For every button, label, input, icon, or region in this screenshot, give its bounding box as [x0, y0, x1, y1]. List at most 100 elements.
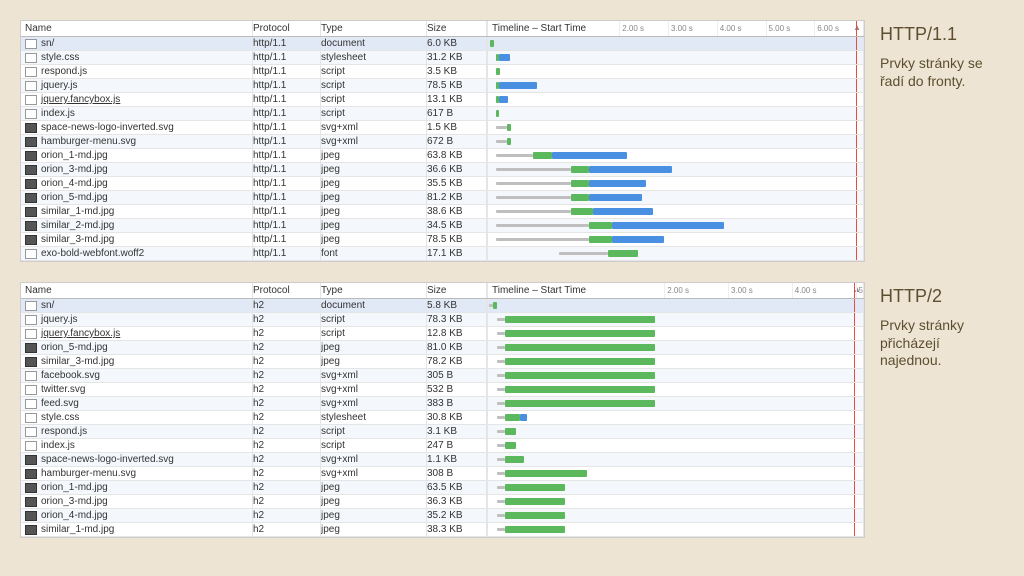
cell-name[interactable]: orion_1-md.jpg: [21, 481, 253, 494]
cell-name[interactable]: orion_4-md.jpg: [21, 177, 253, 190]
col-protocol[interactable]: Protocol: [253, 283, 321, 298]
table-row[interactable]: similar_2-md.jpghttp/1.1jpeg34.5 KB: [21, 219, 864, 233]
timing-bar: [496, 154, 534, 157]
cell-name[interactable]: sn/: [21, 37, 253, 50]
table-row[interactable]: facebook.svgh2svg+xml305 B: [21, 369, 864, 383]
table-row[interactable]: jquery.fancybox.jsh2script12.8 KB: [21, 327, 864, 341]
cell-name[interactable]: similar_3-md.jpg: [21, 233, 253, 246]
cell-protocol: h2: [253, 411, 321, 424]
cell-name[interactable]: orion_5-md.jpg: [21, 341, 253, 354]
cell-size: 1.5 KB: [427, 121, 487, 134]
table-row[interactable]: orion_1-md.jpgh2jpeg63.5 KB: [21, 481, 864, 495]
timing-bar: [507, 124, 512, 131]
col-protocol[interactable]: Protocol: [253, 21, 321, 36]
table-row[interactable]: orion_5-md.jpghttp/1.1jpeg81.2 KB: [21, 191, 864, 205]
cell-name[interactable]: orion_5-md.jpg: [21, 191, 253, 204]
table-row[interactable]: orion_4-md.jpghttp/1.1jpeg35.5 KB: [21, 177, 864, 191]
col-type[interactable]: Type: [321, 21, 427, 36]
file-icon: [25, 413, 37, 423]
cell-type: jpeg: [321, 341, 427, 354]
table-row[interactable]: orion_4-md.jpgh2jpeg35.2 KB: [21, 509, 864, 523]
table-row[interactable]: index.jshttp/1.1script617 B: [21, 107, 864, 121]
cell-name[interactable]: orion_3-md.jpg: [21, 163, 253, 176]
table-row[interactable]: orion_1-md.jpghttp/1.1jpeg63.8 KB: [21, 149, 864, 163]
table-row[interactable]: feed.svgh2svg+xml383 B: [21, 397, 864, 411]
cell-name[interactable]: sn/: [21, 299, 253, 312]
cell-protocol: h2: [253, 453, 321, 466]
cell-size: 617 B: [427, 107, 487, 120]
cell-name[interactable]: index.js: [21, 107, 253, 120]
table-row[interactable]: similar_3-md.jpghttp/1.1jpeg78.5 KB: [21, 233, 864, 247]
cell-name[interactable]: space-news-logo-inverted.svg: [21, 453, 253, 466]
cell-size: 78.3 KB: [427, 313, 487, 326]
cell-name[interactable]: feed.svg: [21, 397, 253, 410]
cell-name[interactable]: respond.js: [21, 65, 253, 78]
table-row[interactable]: space-news-logo-inverted.svghttp/1.1svg+…: [21, 121, 864, 135]
timing-bar: [571, 180, 590, 187]
table-row[interactable]: orion_3-md.jpgh2jpeg36.3 KB: [21, 495, 864, 509]
timeline-end-marker: [856, 93, 857, 106]
image-icon: [25, 497, 37, 507]
table-row[interactable]: jquery.fancybox.jshttp/1.1script13.1 KB: [21, 93, 864, 107]
table-row[interactable]: style.cssh2stylesheet30.8 KB: [21, 411, 864, 425]
timeline-end-marker: [854, 481, 855, 494]
cell-name[interactable]: similar_1-md.jpg: [21, 205, 253, 218]
cell-name[interactable]: jquery.fancybox.js: [21, 327, 253, 340]
table-row[interactable]: hamburger-menu.svgh2svg+xml308 B: [21, 467, 864, 481]
table-row[interactable]: space-news-logo-inverted.svgh2svg+xml1.1…: [21, 453, 864, 467]
cell-name[interactable]: index.js: [21, 439, 253, 452]
cell-name[interactable]: jquery.js: [21, 313, 253, 326]
cell-type: jpeg: [321, 523, 427, 536]
col-size[interactable]: Size: [427, 21, 487, 36]
cell-name[interactable]: similar_2-md.jpg: [21, 219, 253, 232]
table-row[interactable]: jquery.jsh2script78.3 KB: [21, 313, 864, 327]
cell-protocol: h2: [253, 369, 321, 382]
cell-name[interactable]: orion_3-md.jpg: [21, 495, 253, 508]
cell-name[interactable]: similar_1-md.jpg: [21, 523, 253, 536]
cell-name[interactable]: similar_3-md.jpg: [21, 355, 253, 368]
table-row[interactable]: similar_1-md.jpgh2jpeg38.3 KB: [21, 523, 864, 537]
table-row[interactable]: similar_3-md.jpgh2jpeg78.2 KB: [21, 355, 864, 369]
cell-name[interactable]: facebook.svg: [21, 369, 253, 382]
table-row[interactable]: twitter.svgh2svg+xml532 B: [21, 383, 864, 397]
col-timeline[interactable]: Timeline – Start Time ▲ 2.00 s3.00 s4.00…: [487, 283, 864, 298]
col-timeline[interactable]: Timeline – Start Time ▲ 2.00 s3.00 s4.00…: [487, 21, 864, 36]
table-row[interactable]: hamburger-menu.svghttp/1.1svg+xml672 B: [21, 135, 864, 149]
cell-type: svg+xml: [321, 369, 427, 382]
cell-name[interactable]: respond.js: [21, 425, 253, 438]
cell-name[interactable]: twitter.svg: [21, 383, 253, 396]
col-size[interactable]: Size: [427, 283, 487, 298]
table-row[interactable]: sn/h2document5.8 KB: [21, 299, 864, 313]
col-name[interactable]: Name: [21, 21, 253, 36]
col-name[interactable]: Name: [21, 283, 253, 298]
timing-bar: [593, 208, 653, 215]
table-row[interactable]: orion_5-md.jpgh2jpeg81.0 KB: [21, 341, 864, 355]
table-row[interactable]: similar_1-md.jpghttp/1.1jpeg38.6 KB: [21, 205, 864, 219]
cell-size: 36.6 KB: [427, 163, 487, 176]
resource-name: style.css: [41, 52, 79, 63]
cell-name[interactable]: hamburger-menu.svg: [21, 467, 253, 480]
cell-name[interactable]: hamburger-menu.svg: [21, 135, 253, 148]
table-row[interactable]: style.csshttp/1.1stylesheet31.2 KB: [21, 51, 864, 65]
table-row[interactable]: exo-bold-webfont.woff2http/1.1font17.1 K…: [21, 247, 864, 261]
timing-bar: [505, 470, 588, 477]
table-row[interactable]: orion_3-md.jpghttp/1.1jpeg36.6 KB: [21, 163, 864, 177]
table-row[interactable]: index.jsh2script247 B: [21, 439, 864, 453]
table-row[interactable]: sn/http/1.1document6.0 KB: [21, 37, 864, 51]
cell-name[interactable]: orion_4-md.jpg: [21, 509, 253, 522]
cell-name[interactable]: jquery.fancybox.js: [21, 93, 253, 106]
cell-name[interactable]: jquery.js: [21, 79, 253, 92]
timeline-end-marker: [854, 383, 855, 396]
network-panel-http1: Name Protocol Type Size Timeline – Start…: [20, 20, 865, 262]
table-row[interactable]: respond.jshttp/1.1script3.5 KB: [21, 65, 864, 79]
cell-name[interactable]: space-news-logo-inverted.svg: [21, 121, 253, 134]
col-type[interactable]: Type: [321, 283, 427, 298]
table-row[interactable]: respond.jsh2script3.1 KB: [21, 425, 864, 439]
timing-bar: [497, 332, 505, 335]
timing-bar: [589, 166, 672, 173]
cell-name[interactable]: style.css: [21, 51, 253, 64]
cell-name[interactable]: exo-bold-webfont.woff2: [21, 247, 253, 260]
cell-name[interactable]: style.css: [21, 411, 253, 424]
table-row[interactable]: jquery.jshttp/1.1script78.5 KB: [21, 79, 864, 93]
cell-name[interactable]: orion_1-md.jpg: [21, 149, 253, 162]
